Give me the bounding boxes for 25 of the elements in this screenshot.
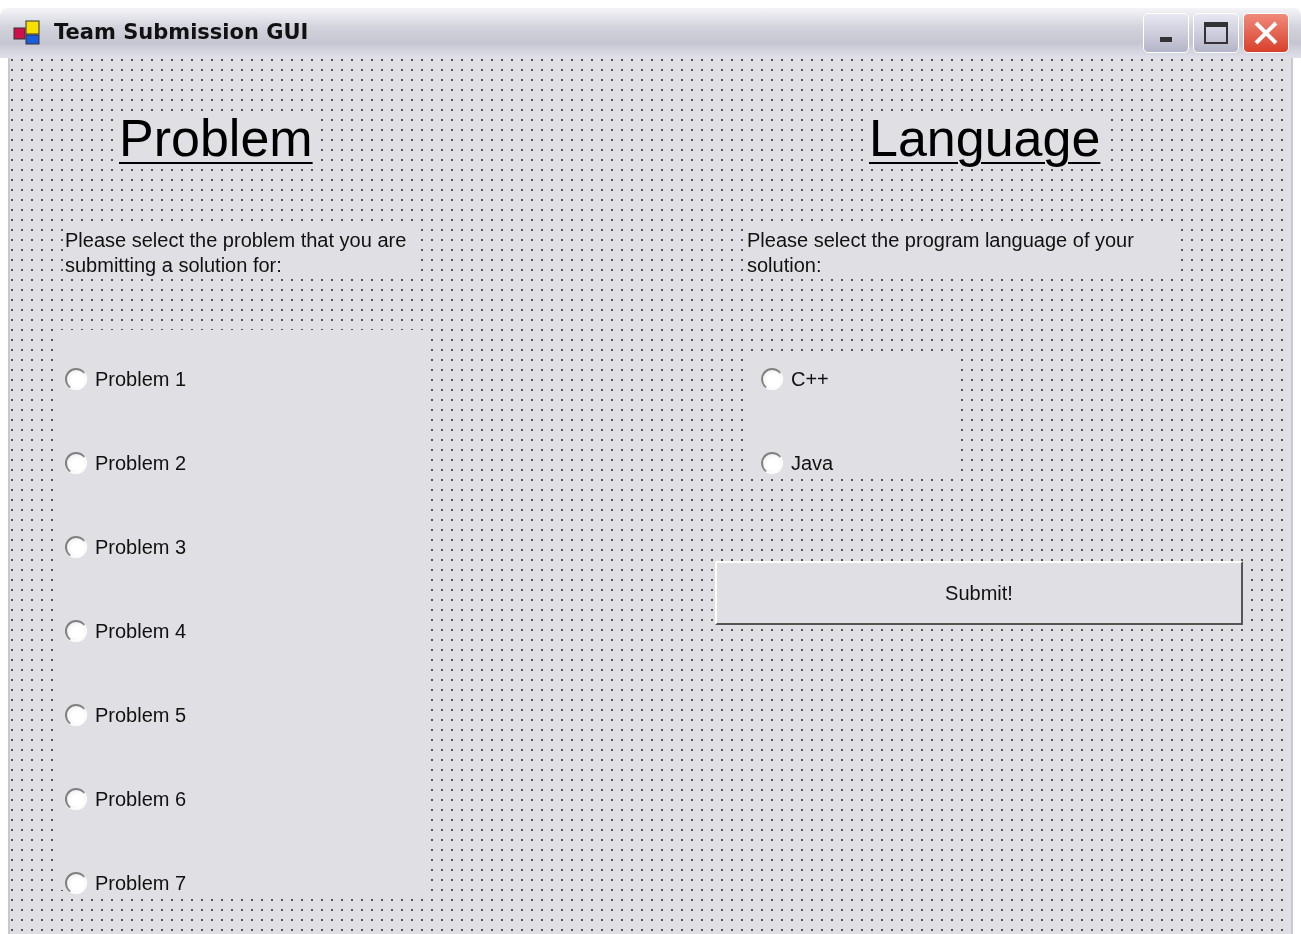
radio-label[interactable]: Problem 5 <box>95 700 187 730</box>
close-button[interactable] <box>1243 13 1289 53</box>
window-title: Team Submission GUI <box>54 19 309 47</box>
radio-button[interactable] <box>65 704 87 726</box>
radio-label[interactable]: Problem 1 <box>95 364 187 394</box>
radio-button[interactable] <box>65 536 87 558</box>
radio-button[interactable] <box>65 872 87 894</box>
radio-button[interactable] <box>761 368 783 390</box>
close-icon <box>1253 20 1279 46</box>
radio-label[interactable]: Problem 7 <box>95 868 187 898</box>
radio-label[interactable]: Java <box>791 448 834 478</box>
prompt-text: Please select the problem that you are submitting a solution for: <box>65 228 415 278</box>
radio-label[interactable]: C++ <box>791 364 829 394</box>
radio-label[interactable]: Problem 6 <box>95 784 187 814</box>
radio-button[interactable] <box>761 452 783 474</box>
radio-label[interactable]: Problem 2 <box>95 448 187 478</box>
radio-button[interactable] <box>65 620 87 642</box>
radio-label[interactable]: Problem 3 <box>95 532 187 562</box>
minimize-button[interactable] <box>1143 13 1189 53</box>
submit-button[interactable]: Submit! <box>715 561 1243 625</box>
maximize-button[interactable] <box>1193 13 1239 53</box>
radio-button[interactable] <box>65 452 87 474</box>
radio-button[interactable] <box>65 368 87 390</box>
radio-button[interactable] <box>65 788 87 810</box>
radio-label[interactable]: Problem 4 <box>95 616 187 646</box>
